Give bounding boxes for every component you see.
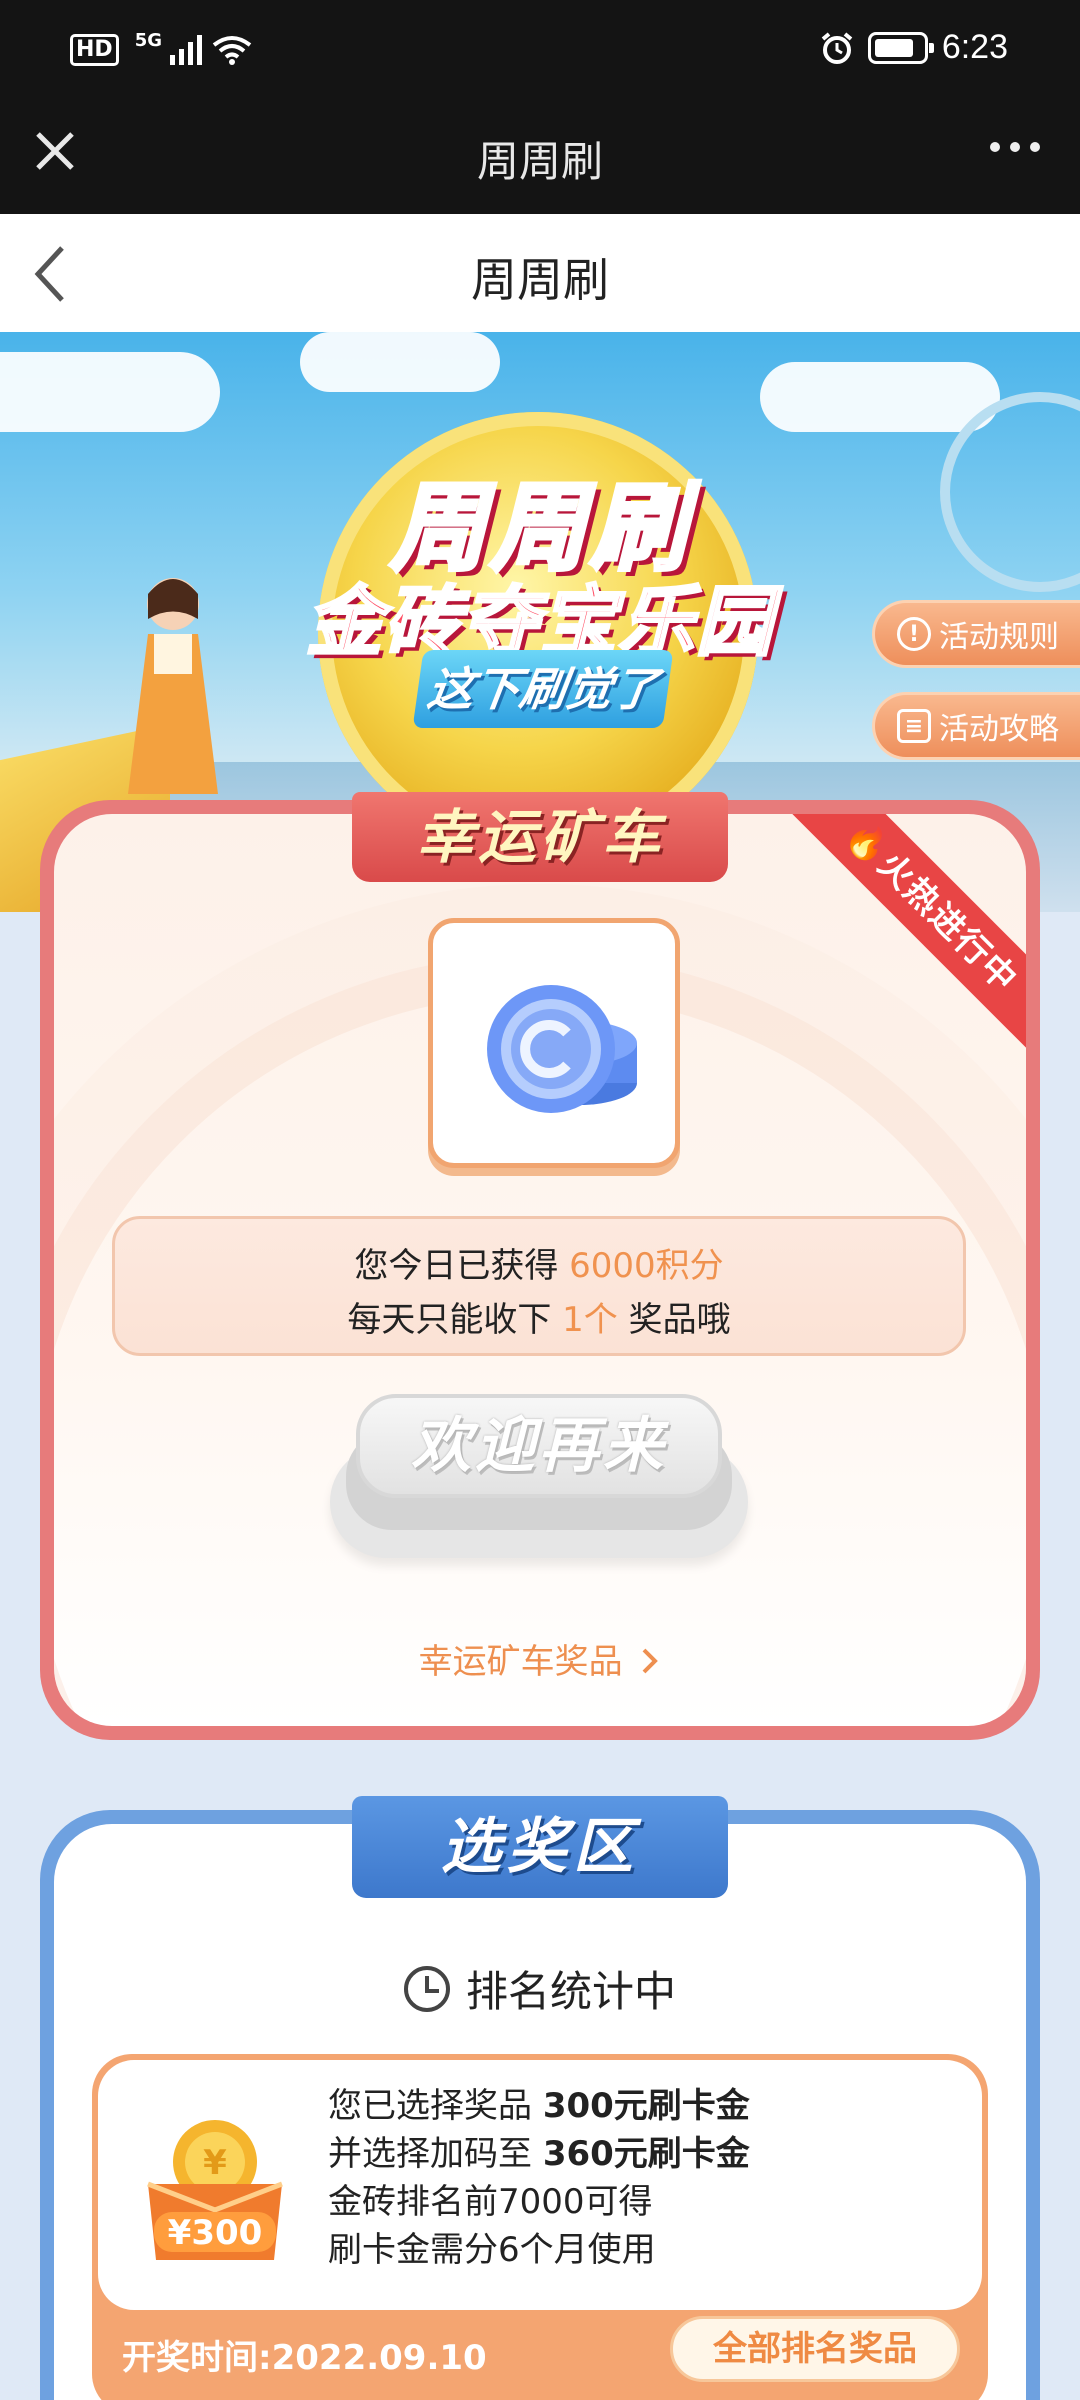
draw-time: 开奖时间:2022.09.10	[122, 2338, 487, 2378]
ranking-status-label: 排名统计中	[465, 1967, 676, 2016]
rank-requirement: 金砖排名前7000可得	[328, 2182, 653, 2222]
signal-icon	[170, 35, 202, 65]
status-bar: HD 5G 6:23	[0, 0, 1080, 104]
limit-prefix: 每天只能收下	[347, 1300, 563, 1340]
clock-time: 6:23	[941, 28, 1008, 66]
app-title-bar: 周周刷	[0, 104, 1080, 214]
cloud-decoration	[300, 332, 500, 392]
selected-prize-details: ¥ ¥300 您已选择奖品 300元刷卡金 并选择加码至 360元刷卡金 金砖排…	[98, 2060, 982, 2310]
all-ranking-prizes-button[interactable]: 全部排名奖品	[670, 2316, 960, 2382]
activity-guide-button[interactable]: ≡ 活动攻略	[872, 692, 1080, 760]
boosted-prize-prefix: 并选择加码至	[328, 2134, 543, 2174]
usage-note: 刷卡金需分6个月使用	[328, 2230, 656, 2270]
earnings-line: 您今日已获得 6000积分	[115, 1239, 963, 1293]
limit-suffix: 奖品哦	[617, 1300, 731, 1340]
wifi-icon	[212, 36, 252, 65]
boosted-prize-value: 360元刷卡金	[542, 2134, 750, 2174]
ranking-status: 排名统计中	[54, 1958, 1026, 2019]
limit-line: 每天只能收下 1个 奖品哦	[115, 1293, 963, 1347]
prize-selection-card: 排名统计中 ¥ ¥300 您已选择奖品 300元刷卡金 并选择加码至 360元刷…	[40, 1810, 1040, 2400]
page-title: 周周刷	[471, 253, 609, 307]
lucky-cart-prizes-label: 幸运矿车奖品	[418, 1642, 623, 1682]
info-icon: !	[897, 617, 931, 651]
document-icon: ≡	[897, 709, 931, 743]
clock-icon	[403, 1965, 450, 2012]
activity-rules-button[interactable]: ! 活动规则	[872, 600, 1080, 668]
network-indicators: HD 5G	[70, 30, 252, 66]
5g-label: 5G	[134, 29, 162, 51]
lucky-cart-card: 🔥火热进行中 您今日已获得 6000积分 每天只能收下 1个 奖品哦 欢迎再来 …	[40, 800, 1040, 1740]
points-coin-icon	[487, 985, 637, 1113]
prize-selection-inner: 排名统计中 ¥ ¥300 您已选择奖品 300元刷卡金 并选择加码至 360元刷…	[54, 1824, 1026, 2400]
svg-text:¥: ¥	[203, 2143, 227, 2183]
hd-badge: HD	[70, 34, 119, 66]
window-title: 周周刷	[476, 137, 603, 186]
gift-bag-icon: ¥ ¥300	[147, 2120, 283, 2260]
hot-badge-label: 火热进行中	[869, 844, 1026, 1001]
status-right: 6:23	[820, 28, 1008, 67]
earnings-prefix: 您今日已获得	[354, 1246, 570, 1286]
selected-prize-prefix: 您已选择奖品	[328, 2086, 543, 2126]
prize-selection-heading: 选奖区	[352, 1796, 728, 1898]
hot-badge: 🔥火热进行中	[781, 814, 1026, 1058]
more-dots-icon[interactable]	[990, 142, 1040, 152]
chevron-right-icon	[642, 1648, 659, 1674]
selected-prize-line: 您已选择奖品 300元刷卡金	[328, 2082, 750, 2130]
welcome-again-button[interactable]: 欢迎再来	[330, 1394, 748, 1564]
limit-count: 1个	[562, 1300, 618, 1340]
welcome-again-label: 欢迎再来	[356, 1394, 722, 1498]
battery-icon	[867, 31, 934, 64]
activity-rules-label: 活动规则	[939, 620, 1059, 655]
cloud-decoration	[760, 362, 1000, 432]
gift-amount: ¥300	[168, 2213, 263, 2253]
prize-display-box	[428, 918, 680, 1168]
selected-prize-value: 300元刷卡金	[542, 2086, 750, 2126]
boosted-prize-line: 并选择加码至 360元刷卡金	[328, 2130, 750, 2178]
page-header: 周周刷	[0, 214, 1080, 332]
activity-guide-label: 活动攻略	[939, 712, 1059, 747]
cloud-decoration	[0, 352, 220, 432]
selected-prize-card: ¥ ¥300 您已选择奖品 300元刷卡金 并选择加码至 360元刷卡金 金砖排…	[92, 2054, 988, 2400]
prize-description: 您已选择奖品 300元刷卡金 并选择加码至 360元刷卡金 金砖排名前7000可…	[328, 2082, 750, 2274]
daily-earnings-info: 您今日已获得 6000积分 每天只能收下 1个 奖品哦	[112, 1216, 966, 1356]
lucky-cart-prizes-link[interactable]: 幸运矿车奖品	[54, 1634, 1026, 1683]
banner-slogan: 这下刷觉了	[412, 650, 674, 728]
lucky-cart-inner: 🔥火热进行中 您今日已获得 6000积分 每天只能收下 1个 奖品哦 欢迎再来 …	[54, 814, 1026, 1726]
earnings-points: 6000积分	[569, 1246, 724, 1286]
alarm-icon	[821, 31, 853, 64]
lucky-cart-heading: 幸运矿车	[352, 792, 728, 882]
